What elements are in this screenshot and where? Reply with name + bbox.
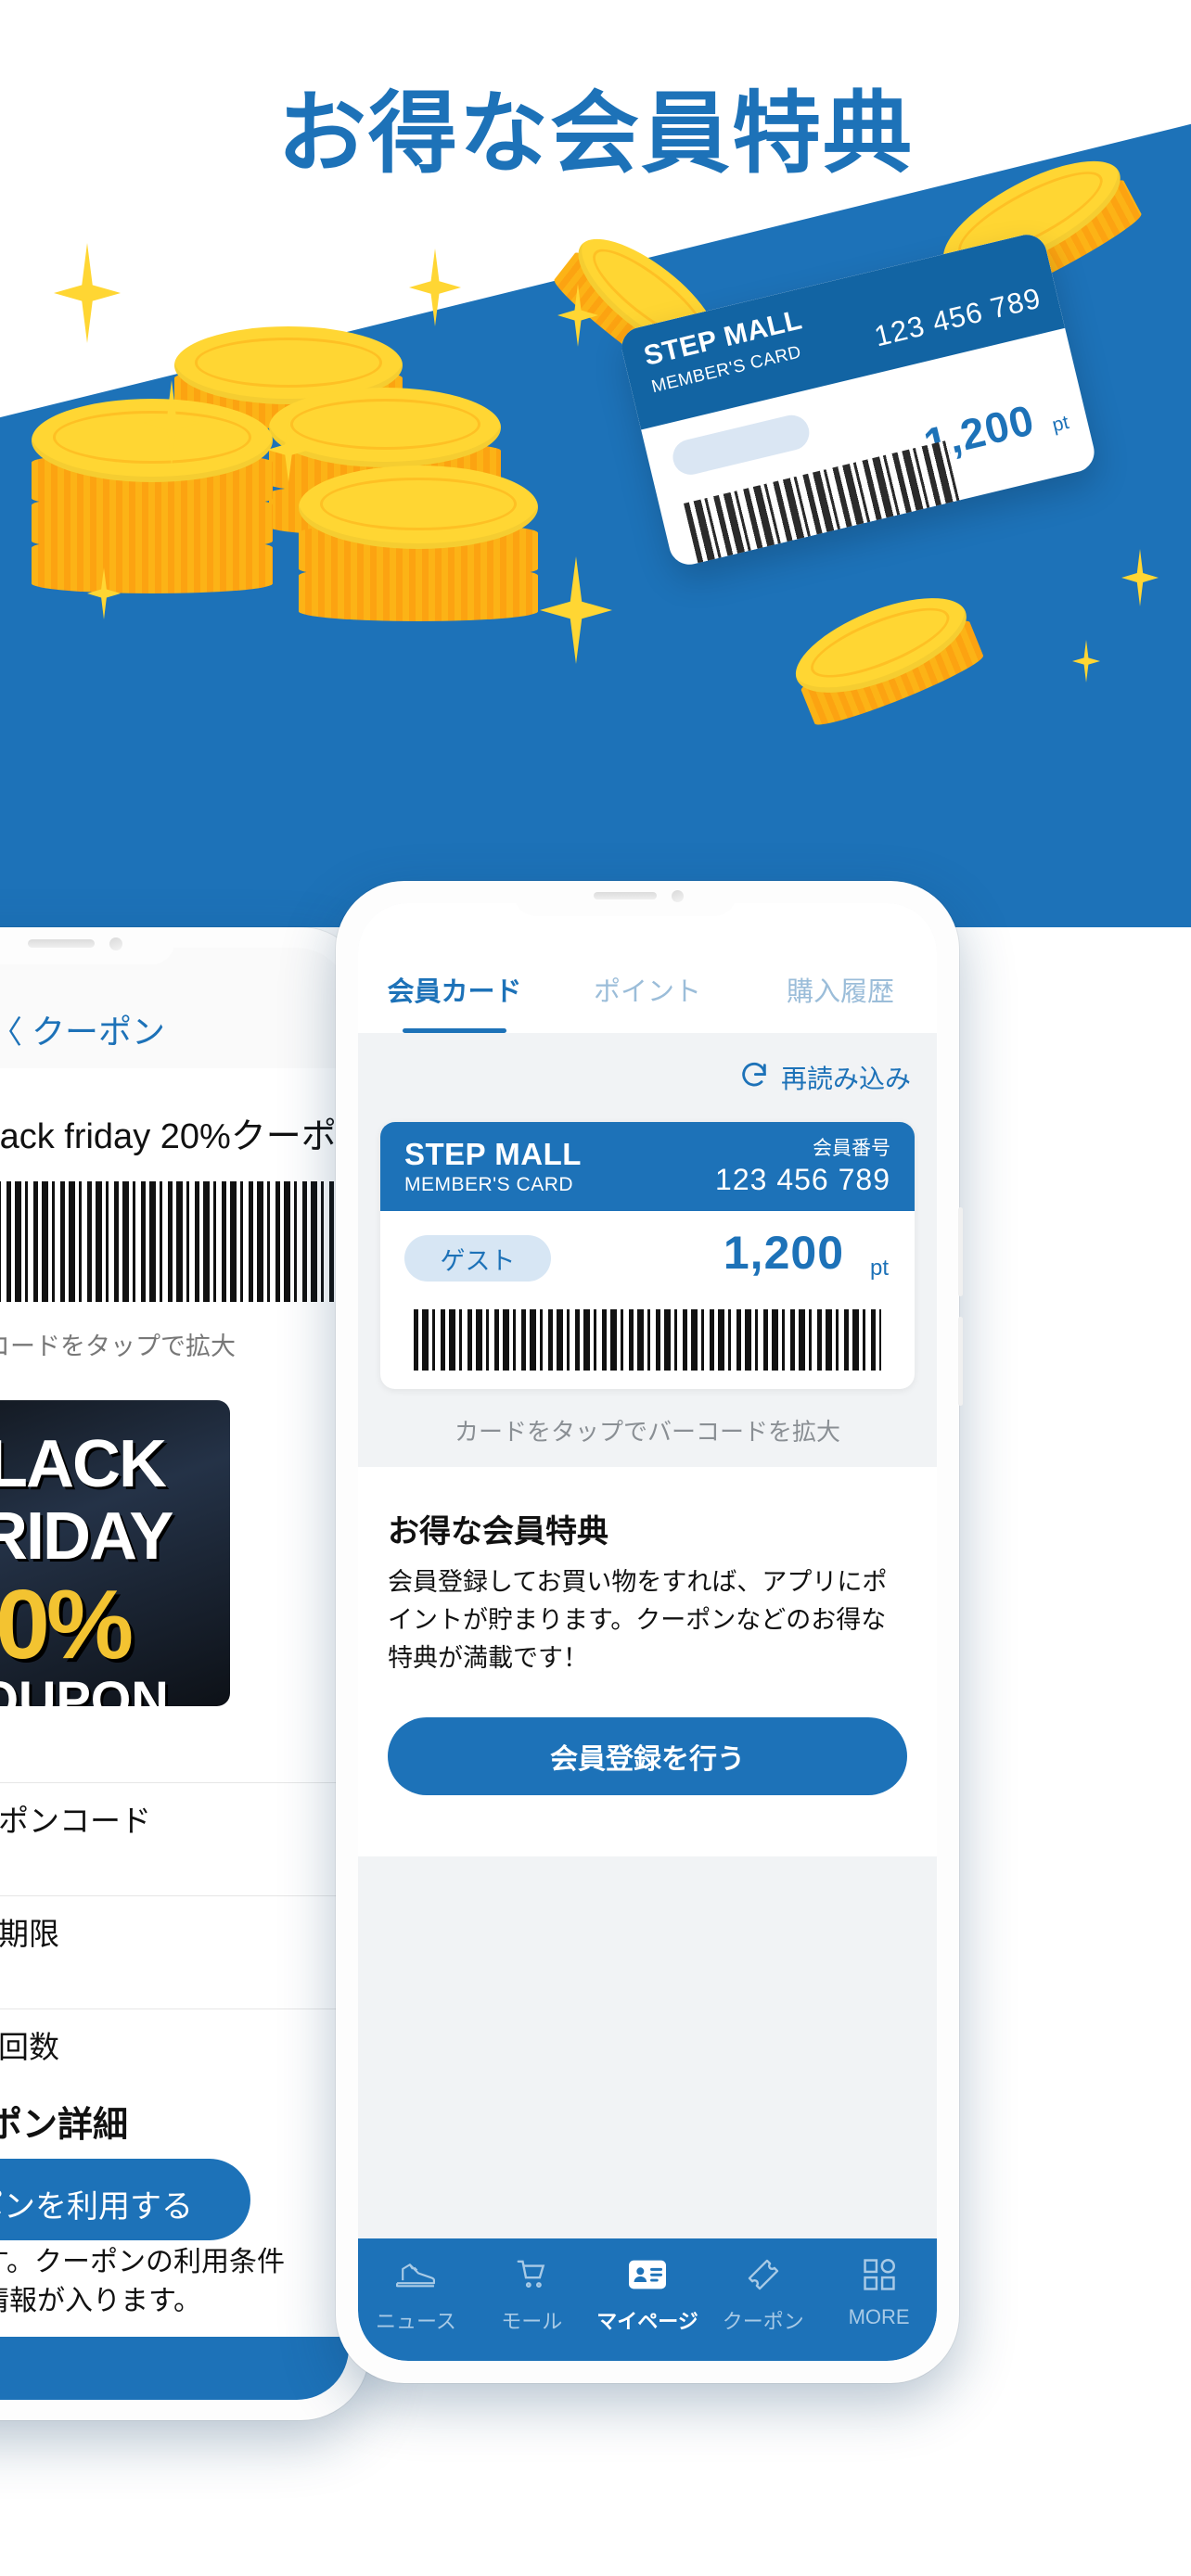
grid-icon (863, 2253, 895, 2296)
coupon-detail-heading: クーポン詳細 (0, 2106, 129, 2145)
list-item-label: 利用回数 (0, 2030, 59, 2064)
nav-item-news[interactable]: ニュース (358, 2253, 474, 2335)
coupon-note-line1: なります。クーポンの利用条件 (0, 2247, 285, 2277)
coin-stack-icon (299, 465, 538, 625)
nav-item-more[interactable]: MORE (821, 2253, 937, 2329)
list-item[interactable]: 利用回数 (0, 2009, 349, 2067)
tab-content-membership-card: 再読み込み STEP MALL MEMBER'S CARD 会員番号 123 4… (358, 1033, 937, 2238)
foreground-phone-screen: 会員カード ポイント 購入履歴 再読み込み STEP MALL MEMBER'S… (358, 903, 937, 2361)
poster-canvas: STEP MALL MEMBER'S CARD 123 456 789 1,20… (0, 0, 1191, 2576)
nav-label-mypage: マイページ (596, 2310, 698, 2333)
coupon-barcode-caption: バーコードをタップで拡大 (0, 1333, 236, 1360)
coupon-image-line1: BLACK (0, 1427, 167, 1501)
list-item[interactable]: 利用期限 (0, 1895, 349, 1954)
list-item[interactable]: クーポンコード (0, 1782, 349, 1841)
speaker-icon (594, 892, 657, 899)
nav-label-more: MORE (848, 2305, 910, 2328)
back-chevron-icon[interactable]: 〈 (0, 1007, 22, 1052)
background-phone-mockup: 〈 クーポン black friday 20%クーポン バーコードをタップで拡大… (0, 927, 369, 2420)
volume-button[interactable] (958, 1207, 963, 1296)
sparkle-icon (54, 243, 121, 343)
speaker-icon (28, 939, 95, 948)
bottom-nav: ニュース モール マイページ クーポン MORE (358, 2238, 937, 2361)
member-card[interactable]: STEP MALL MEMBER'S CARD 会員番号 123 456 789… (380, 1122, 915, 1389)
points-value: 1,200 (723, 1227, 844, 1279)
tab-points[interactable]: ポイント (551, 970, 744, 1033)
register-button[interactable]: 会員登録を行う (388, 1717, 907, 1795)
coupon-note-line2: などの情報が入ります。 (0, 2286, 201, 2316)
coupon-image-line2: FRIDAY (0, 1499, 173, 1574)
page-title: お得な会員特典 (277, 84, 914, 185)
use-coupon-button-label: クーポンを利用する (0, 2189, 193, 2225)
foreground-phone-mockup: 会員カード ポイント 購入履歴 再読み込み STEP MALL MEMBER'S… (336, 881, 963, 2383)
cart-icon (514, 2253, 549, 2296)
coupon-image-line3: 20% (0, 1570, 134, 1679)
tab-membership-card[interactable]: 会員カード (358, 970, 551, 1033)
coupon-barcode[interactable] (0, 1181, 349, 1302)
member-card-barcode (414, 1309, 881, 1371)
nav-label-news: ニュース (375, 2310, 456, 2333)
reload-label: 再読み込み (780, 1065, 911, 1093)
hero-card-badge-placeholder (669, 411, 813, 478)
nav-label-coupon: クーポン (722, 2310, 804, 2333)
refresh-icon (738, 1060, 770, 1096)
front-camera-icon (672, 890, 684, 902)
ticket-icon (746, 2253, 781, 2296)
status-badge: ゲスト (404, 1235, 551, 1282)
nav-label-mall: モール (501, 2310, 563, 2333)
coupon-image: BLACK FRIDAY 20% COUPON (0, 1400, 230, 1706)
shoe-icon (394, 2253, 437, 2296)
front-camera-icon (109, 937, 122, 950)
nav-item-coupon[interactable]: クーポン (705, 2253, 821, 2335)
background-phone-screen: 〈 クーポン black friday 20%クーポン バーコードをタップで拡大… (0, 948, 349, 2400)
hero-card-points-unit: pt (1050, 412, 1071, 437)
benefits-panel: お得な会員特典 会員登録してお買い物をすれば、アプリにポイントが貯まります。クー… (358, 1467, 937, 1856)
coin-stack-icon (32, 399, 273, 597)
tab-purchase-history[interactable]: 購入履歴 (744, 970, 937, 1033)
benefits-heading: お得な会員特典 (388, 1514, 608, 1549)
card-tap-hint: カードをタップでバーコードを拡大 (454, 1418, 840, 1446)
coupon-header-title: クーポン (32, 1013, 166, 1051)
tab-bar: 会員カード ポイント 購入履歴 (358, 903, 937, 1033)
nav-item-mypage[interactable]: マイページ (590, 2253, 706, 2335)
use-coupon-button[interactable]: クーポンを利用する (0, 2159, 250, 2240)
hero-illustration: STEP MALL MEMBER'S CARD 123 456 789 1,20… (0, 0, 1191, 927)
coupon-name: black friday 20%クーポン (0, 1117, 349, 1156)
points-unit: pt (869, 1256, 889, 1281)
member-card-subtitle: MEMBER'S CARD (404, 1174, 574, 1195)
nav-item-mall[interactable]: モール (474, 2253, 590, 2335)
member-card-brand: STEP MALL (404, 1137, 582, 1171)
coupon-image-line4: COUPON (0, 1670, 169, 1706)
member-number-value: 123 456 789 (715, 1163, 890, 1196)
member-number-label: 会員番号 (813, 1138, 890, 1159)
power-button[interactable] (958, 1317, 963, 1406)
benefits-body: 会員登録してお買い物をすれば、アプリにポイントが貯まります。クーポンなどのお得な… (388, 1568, 888, 1673)
reload-button[interactable]: 再読み込み (738, 1059, 911, 1096)
list-item-label: 利用期限 (0, 1917, 59, 1951)
id-card-icon (628, 2253, 666, 2296)
list-item-label: クーポンコード (0, 1804, 151, 1838)
background-phone-bottom-nav (0, 2337, 349, 2400)
